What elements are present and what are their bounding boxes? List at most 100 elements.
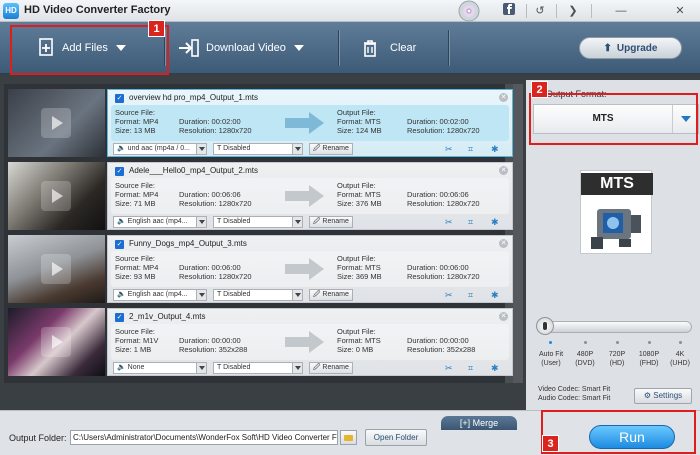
chevron-down-icon[interactable] xyxy=(196,217,206,227)
rename-button[interactable]: 🖉 Rename xyxy=(309,289,353,301)
rename-label: Rename xyxy=(322,291,349,298)
remove-task-icon[interactable]: ✕ xyxy=(499,166,508,175)
download-video-button[interactable]: Download Video xyxy=(178,28,304,68)
chevron-down-icon[interactable] xyxy=(292,290,302,300)
task-item[interactable]: ✓ Funny_Dogs_mp4_Output_3.mts ✕ Source F… xyxy=(8,233,513,303)
output-filename[interactable]: overview hd pro_mp4_Output_1.mts xyxy=(129,93,258,102)
toolbar-separator xyxy=(338,30,339,66)
checkbox[interactable]: ✓ xyxy=(115,313,124,322)
audio-track-select[interactable]: 🔈 None xyxy=(113,362,207,374)
chevron-down-icon[interactable] xyxy=(292,217,302,227)
chevron-down-icon[interactable] xyxy=(292,363,302,373)
refresh-icon[interactable]: ↺ xyxy=(531,3,549,19)
twitter-icon[interactable]: ❯ xyxy=(564,3,582,19)
rename-button[interactable]: 🖉 Rename xyxy=(309,362,353,374)
video-thumbnail[interactable] xyxy=(8,308,105,376)
close-icon[interactable]: ✕ xyxy=(671,3,689,19)
merge-button[interactable]: [+] Merge xyxy=(441,416,517,430)
subtitle-select[interactable]: T Disabled xyxy=(213,216,303,228)
source-format: MP4 xyxy=(142,190,159,200)
remove-task-icon[interactable]: ✕ xyxy=(499,312,508,321)
format-label: Format: xyxy=(115,263,141,273)
size-label: Size: xyxy=(337,272,354,282)
chevron-down-icon[interactable] xyxy=(196,290,206,300)
play-icon[interactable] xyxy=(41,254,71,284)
audio-track-select[interactable]: 🔈 English aac (mp4... xyxy=(113,216,207,228)
open-folder-button[interactable]: Open Folder xyxy=(365,429,427,446)
subtitle-select[interactable]: T Disabled xyxy=(213,362,303,374)
browse-folder-icon[interactable] xyxy=(340,430,357,445)
rename-button[interactable]: 🖉 Rename xyxy=(309,143,353,155)
output-format: MTS xyxy=(364,117,381,127)
crop-icon[interactable]: ⌗ xyxy=(468,143,473,155)
resolution-option-720p[interactable]: 720P (HD) xyxy=(600,350,634,368)
slider-tick xyxy=(549,341,552,344)
output-filename[interactable]: Funny_Dogs_mp4_Output_3.mts xyxy=(129,239,247,248)
rename-button[interactable]: 🖉 Rename xyxy=(309,216,353,228)
audio-track-select[interactable]: 🔈 English aac (mp4... xyxy=(113,289,207,301)
play-icon[interactable] xyxy=(41,327,71,357)
source-format: M1V xyxy=(142,336,159,346)
task-item[interactable]: ✓ 2_m1v_Output_4.mts ✕ Source File: Form… xyxy=(8,306,513,376)
video-thumbnail[interactable] xyxy=(8,235,105,303)
play-icon[interactable] xyxy=(41,181,71,211)
resolution-option-480p[interactable]: 480P (DVD) xyxy=(568,350,602,368)
settings-button[interactable]: ⚙ Settings xyxy=(634,388,692,404)
chevron-down-icon[interactable] xyxy=(196,144,206,154)
subtitle-select[interactable]: T Disabled xyxy=(213,289,303,301)
list-scrollbar[interactable] xyxy=(513,84,523,383)
effects-icon[interactable]: ✱ xyxy=(491,289,499,301)
chevron-down-icon[interactable] xyxy=(292,144,302,154)
resolution-option-1080p[interactable]: 1080P (FHD) xyxy=(632,350,666,368)
trim-icon[interactable]: ✂ xyxy=(445,289,453,301)
output-folder-path[interactable]: C:\Users\Administrator\Documents\WonderF… xyxy=(70,430,338,445)
play-icon[interactable] xyxy=(41,108,71,138)
resolution-name: 480P xyxy=(576,351,594,358)
rename-label: Rename xyxy=(322,364,349,371)
merge-icon: [+] xyxy=(459,418,471,428)
task-item[interactable]: ✓ overview hd pro_mp4_Output_1.mts ✕ Sou… xyxy=(8,87,513,157)
upgrade-button[interactable]: ⬆ Upgrade xyxy=(579,37,682,59)
convert-arrow-icon xyxy=(285,112,324,134)
format-label: Format: xyxy=(115,117,141,127)
output-filename[interactable]: 2_m1v_Output_4.mts xyxy=(129,312,205,321)
minimize-icon[interactable]: — xyxy=(612,3,630,19)
callout-box-add-files xyxy=(10,25,169,75)
facebook-icon[interactable] xyxy=(500,3,518,19)
chevron-down-icon[interactable] xyxy=(293,45,304,51)
trim-icon[interactable]: ✂ xyxy=(445,143,453,155)
task-item[interactable]: ✓ Adele___Hello0_mp4_Output_2.mts ✕ Sour… xyxy=(8,160,513,230)
size-label: Size: xyxy=(115,345,132,355)
audio-track-value: English aac (mp4... xyxy=(127,291,188,298)
remove-task-icon[interactable]: ✕ xyxy=(499,239,508,248)
subtitle-value: Disabled xyxy=(223,364,251,371)
output-column: Output File: Format: MTS Size: 376 MB xyxy=(337,181,382,209)
remove-task-icon[interactable]: ✕ xyxy=(499,93,508,102)
effects-icon[interactable]: ✱ xyxy=(491,362,499,374)
crop-icon[interactable]: ⌗ xyxy=(468,289,473,301)
clear-button[interactable]: Clear xyxy=(362,28,416,68)
audio-track-select[interactable]: 🔈 und aac (mp4a / 0... xyxy=(113,143,207,155)
video-thumbnail[interactable] xyxy=(8,89,105,157)
output-filename[interactable]: Adele___Hello0_mp4_Output_2.mts xyxy=(129,166,258,175)
effects-icon[interactable]: ✱ xyxy=(491,216,499,228)
crop-icon[interactable]: ⌗ xyxy=(468,216,473,228)
resolution-option-4k[interactable]: 4K (UHD) xyxy=(663,350,697,368)
effects-icon[interactable]: ✱ xyxy=(491,143,499,155)
resolution-label: Resolution: xyxy=(407,272,445,282)
subtitle-select[interactable]: T Disabled xyxy=(213,143,303,155)
trim-icon[interactable]: ✂ xyxy=(445,216,453,228)
video-thumbnail[interactable] xyxy=(8,162,105,230)
resolution-name: Auto Fit xyxy=(538,351,564,358)
resolution-slider[interactable] xyxy=(540,321,692,333)
checkbox[interactable]: ✓ xyxy=(115,167,124,176)
chevron-down-icon[interactable] xyxy=(196,363,206,373)
checkbox[interactable]: ✓ xyxy=(115,94,124,103)
trim-icon[interactable]: ✂ xyxy=(445,362,453,374)
slider-handle[interactable] xyxy=(536,317,554,335)
source-column: Source File: Format: M1V Size: 1 MB xyxy=(115,327,158,355)
rename-icon: 🖉 xyxy=(313,218,321,225)
crop-icon[interactable]: ⌗ xyxy=(468,362,473,374)
checkbox[interactable]: ✓ xyxy=(115,240,124,249)
resolution-option-auto[interactable]: Auto Fit (User) xyxy=(534,350,568,368)
